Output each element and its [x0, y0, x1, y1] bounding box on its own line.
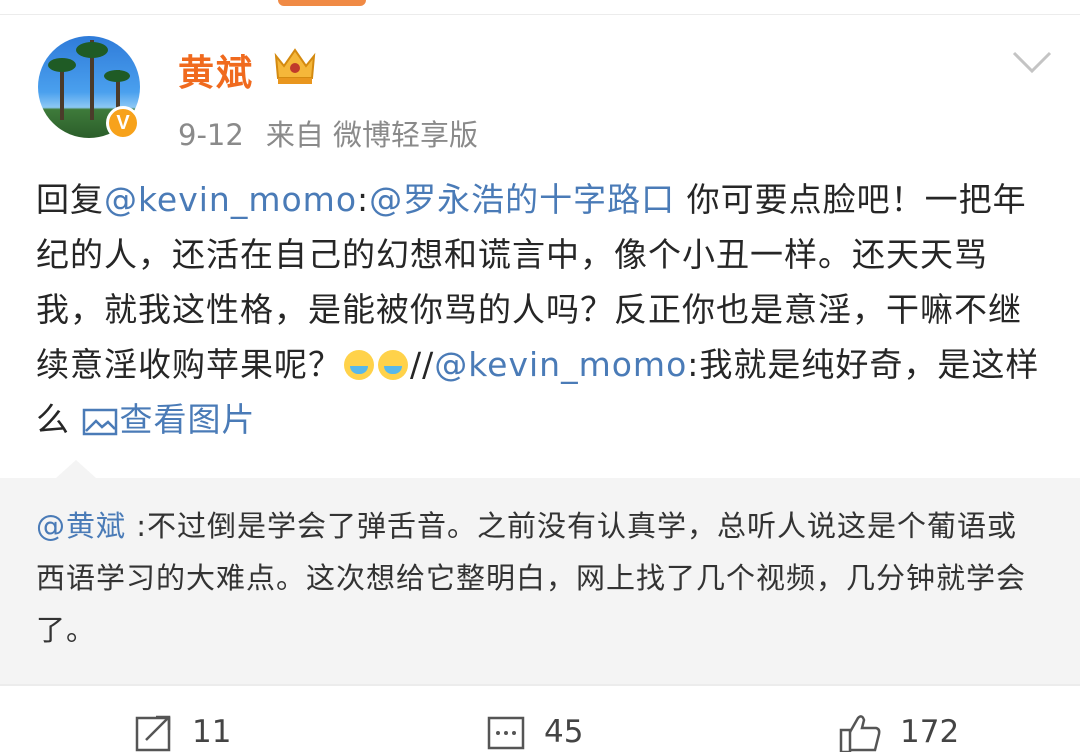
crying-emoji-icon — [344, 350, 374, 380]
comment-count: 45 — [544, 714, 584, 750]
retweet-body: :不过倒是学会了弹舌音。之前没有认真学，总听人说这是个葡语或西语学习的大难点。这… — [36, 509, 1027, 647]
reply-prefix: 回复 — [36, 180, 104, 219]
post-meta: 9-12 来自 微博轻享版 — [178, 112, 478, 154]
view-image-label: 查看图片 — [119, 400, 256, 439]
verified-badge-icon: V — [106, 106, 140, 140]
retweet-text: @黄斌 :不过倒是学会了弹舌音。之前没有认真学，总听人说这是个葡语或西语学习的大… — [36, 500, 1046, 656]
retweet-pointer — [56, 460, 96, 478]
mention-link[interactable]: @罗永浩的十字路口 — [369, 180, 675, 219]
crying-emoji-icon — [378, 350, 408, 380]
comment-button[interactable]: 45 — [486, 712, 583, 752]
action-bar: 11 45 172 — [0, 686, 1080, 752]
author-name[interactable]: 黄斌 — [178, 44, 254, 96]
top-bar — [0, 0, 1080, 15]
forward-slashes: // — [410, 345, 435, 384]
post-source: 来自 微博轻享版 — [265, 118, 479, 152]
forward-count: 11 — [192, 714, 232, 750]
mention-link[interactable]: @kevin_momo — [434, 345, 687, 384]
crown-icon[interactable] — [272, 46, 318, 86]
mention-link[interactable]: @黄斌 — [36, 509, 126, 543]
post-date: 9-12 — [178, 118, 244, 152]
like-count: 172 — [900, 714, 960, 750]
thumbs-up-icon — [839, 715, 881, 752]
chevron-down-icon[interactable] — [1012, 50, 1052, 74]
forward-button[interactable]: 11 — [134, 712, 231, 752]
mention-link[interactable]: @kevin_momo — [104, 180, 357, 219]
top-tab-indicator — [278, 0, 366, 6]
view-image-link[interactable]: 查看图片 — [82, 400, 256, 439]
comment-icon — [487, 716, 525, 750]
forward-icon — [135, 715, 171, 752]
like-button[interactable]: 172 — [838, 712, 959, 752]
post-content: 回复@kevin_momo:@罗永浩的十字路口 你可要点脸吧！一把年纪的人，还活… — [36, 172, 1046, 447]
colon-text: : — [357, 180, 370, 219]
picture-icon — [82, 408, 117, 436]
